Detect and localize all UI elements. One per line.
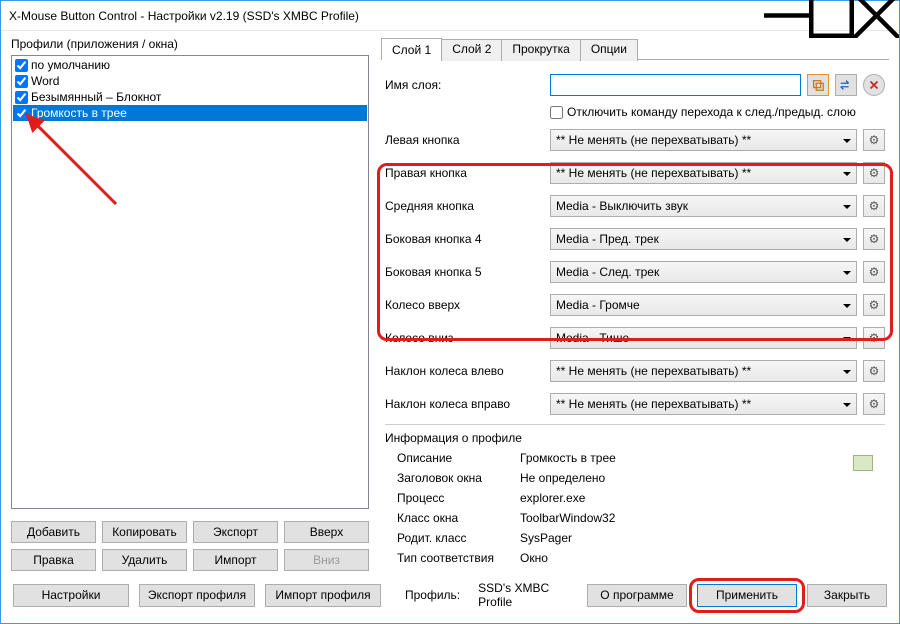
window-title: X-Mouse Button Control - Настройки v2.19… — [9, 9, 764, 23]
delete-button[interactable]: Удалить — [102, 549, 187, 571]
info-class-val: ToolbarWindow32 — [520, 511, 615, 531]
copy-layer-button[interactable] — [807, 74, 829, 96]
gear-icon: ⚙ — [869, 331, 880, 345]
copy-button[interactable]: Копировать — [102, 521, 187, 543]
gear-icon: ⚙ — [869, 397, 880, 411]
side4-button-label: Боковая кнопка 4 — [385, 232, 550, 246]
gear-icon: ⚙ — [869, 166, 880, 180]
info-desc-key: Описание — [385, 451, 520, 471]
profile-item-word[interactable]: Word — [13, 73, 367, 89]
tilt-left-gear[interactable]: ⚙ — [863, 360, 885, 382]
layer-name-input[interactable] — [550, 74, 801, 96]
tab-scroll[interactable]: Прокрутка — [501, 39, 580, 61]
info-match-val: Окно — [520, 551, 548, 571]
right-button-label: Правая кнопка — [385, 166, 550, 180]
down-button[interactable]: Вниз — [284, 549, 369, 571]
right-button-gear[interactable]: ⚙ — [863, 162, 885, 184]
export-button[interactable]: Экспорт — [193, 521, 278, 543]
edit-button[interactable]: Правка — [11, 549, 96, 571]
swap-layer-button[interactable] — [835, 74, 857, 96]
info-proc-key: Процесс — [385, 491, 520, 511]
tilt-left-label: Наклон колеса влево — [385, 364, 550, 378]
gear-icon: ⚙ — [869, 298, 880, 312]
bottom-bar: Настройки Экспорт профиля Импорт профиля… — [1, 571, 899, 619]
wheel-down-combo[interactable]: Media - Тише — [550, 327, 857, 349]
side5-button-combo[interactable]: Media - След. трек — [550, 261, 857, 283]
side4-button-gear[interactable]: ⚙ — [863, 228, 885, 250]
left-button-gear[interactable]: ⚙ — [863, 129, 885, 151]
add-button[interactable]: Добавить — [11, 521, 96, 543]
tab-strip: Слой 1 Слой 2 Прокрутка Опции — [381, 37, 889, 60]
profile-item-notepad[interactable]: Безымянный – Блокнот — [13, 89, 367, 105]
tilt-left-combo[interactable]: ** Не менять (не перехватывать) ** — [550, 360, 857, 382]
tab-layer1[interactable]: Слой 1 — [381, 38, 442, 60]
gear-icon: ⚙ — [869, 199, 880, 213]
tilt-right-combo[interactable]: ** Не менять (не перехватывать) ** — [550, 393, 857, 415]
titlebar: X-Mouse Button Control - Настройки v2.19… — [1, 1, 899, 31]
side4-button-combo[interactable]: Media - Пред. трек — [550, 228, 857, 250]
about-button[interactable]: О программе — [587, 584, 687, 607]
side5-button-label: Боковая кнопка 5 — [385, 265, 550, 279]
settings-button[interactable]: Настройки — [13, 584, 129, 607]
close-app-button[interactable]: Закрыть — [807, 584, 887, 607]
middle-button-combo[interactable]: Media - Выключить звук — [550, 195, 857, 217]
right-button-combo[interactable]: ** Не менять (не перехватывать) ** — [550, 162, 857, 184]
gear-icon: ⚙ — [869, 364, 880, 378]
maximize-button[interactable] — [809, 1, 854, 30]
layer-name-label: Имя слоя: — [385, 78, 550, 92]
info-match-key: Тип соответствия — [385, 551, 520, 571]
export-profile-button[interactable]: Экспорт профиля — [139, 584, 255, 607]
current-profile-label: Профиль: — [405, 588, 460, 602]
wheel-up-gear[interactable]: ⚙ — [863, 294, 885, 316]
profile-label: Громкость в трее — [31, 106, 127, 120]
current-profile-value: SSD's XMBC Profile — [478, 581, 577, 609]
info-pclass-key: Родит. класс — [385, 531, 520, 551]
profile-info-icon — [853, 455, 873, 471]
info-pclass-val: SysPager — [520, 531, 572, 551]
wheel-down-gear[interactable]: ⚙ — [863, 327, 885, 349]
close-button[interactable] — [854, 1, 899, 30]
apply-button[interactable]: Применить — [697, 584, 797, 607]
gear-icon: ⚙ — [869, 232, 880, 246]
tab-options[interactable]: Опции — [580, 39, 638, 61]
middle-button-label: Средняя кнопка — [385, 199, 550, 213]
import-profile-button[interactable]: Импорт профиля — [265, 584, 381, 607]
reset-layer-button[interactable] — [863, 74, 885, 96]
profiles-heading: Профили (приложения / окна) — [11, 37, 369, 51]
profile-checkbox[interactable] — [15, 107, 28, 120]
profile-label: Безымянный – Блокнот — [31, 90, 161, 104]
profile-item-volume[interactable]: Громкость в трее — [13, 105, 367, 121]
disable-layer-switch-checkbox[interactable] — [550, 106, 563, 119]
gear-icon: ⚙ — [869, 133, 880, 147]
tab-layer2[interactable]: Слой 2 — [441, 39, 502, 61]
middle-button-gear[interactable]: ⚙ — [863, 195, 885, 217]
side5-button-gear[interactable]: ⚙ — [863, 261, 885, 283]
up-button[interactable]: Вверх — [284, 521, 369, 543]
wheel-up-combo[interactable]: Media - Громче — [550, 294, 857, 316]
profile-checkbox[interactable] — [15, 59, 28, 72]
info-proc-val: explorer.exe — [520, 491, 585, 511]
wheel-down-label: Колесо вниз — [385, 331, 550, 345]
tilt-right-label: Наклон колеса вправо — [385, 397, 550, 411]
wheel-up-label: Колесо вверх — [385, 298, 550, 312]
info-desc-val: Громкость в трее — [520, 451, 616, 471]
left-button-combo[interactable]: ** Не менять (не перехватывать) ** — [550, 129, 857, 151]
info-title-key: Заголовок окна — [385, 471, 520, 491]
minimize-button[interactable] — [764, 1, 809, 30]
info-title-val: Не определено — [520, 471, 605, 491]
left-button-label: Левая кнопка — [385, 133, 550, 147]
profile-info-heading: Информация о профиле — [385, 431, 885, 445]
gear-icon: ⚙ — [869, 265, 880, 279]
profile-item-default[interactable]: по умолчанию — [13, 57, 367, 73]
tilt-right-gear[interactable]: ⚙ — [863, 393, 885, 415]
profile-checkbox[interactable] — [15, 75, 28, 88]
profile-label: Word — [31, 74, 59, 88]
profile-list[interactable]: по умолчанию Word Безымянный – Блокнот Г… — [11, 55, 369, 509]
info-class-key: Класс окна — [385, 511, 520, 531]
import-button[interactable]: Импорт — [193, 549, 278, 571]
profile-label: по умолчанию — [31, 58, 110, 72]
profile-checkbox[interactable] — [15, 91, 28, 104]
disable-layer-switch-label: Отключить команду перехода к след./преды… — [567, 105, 856, 119]
